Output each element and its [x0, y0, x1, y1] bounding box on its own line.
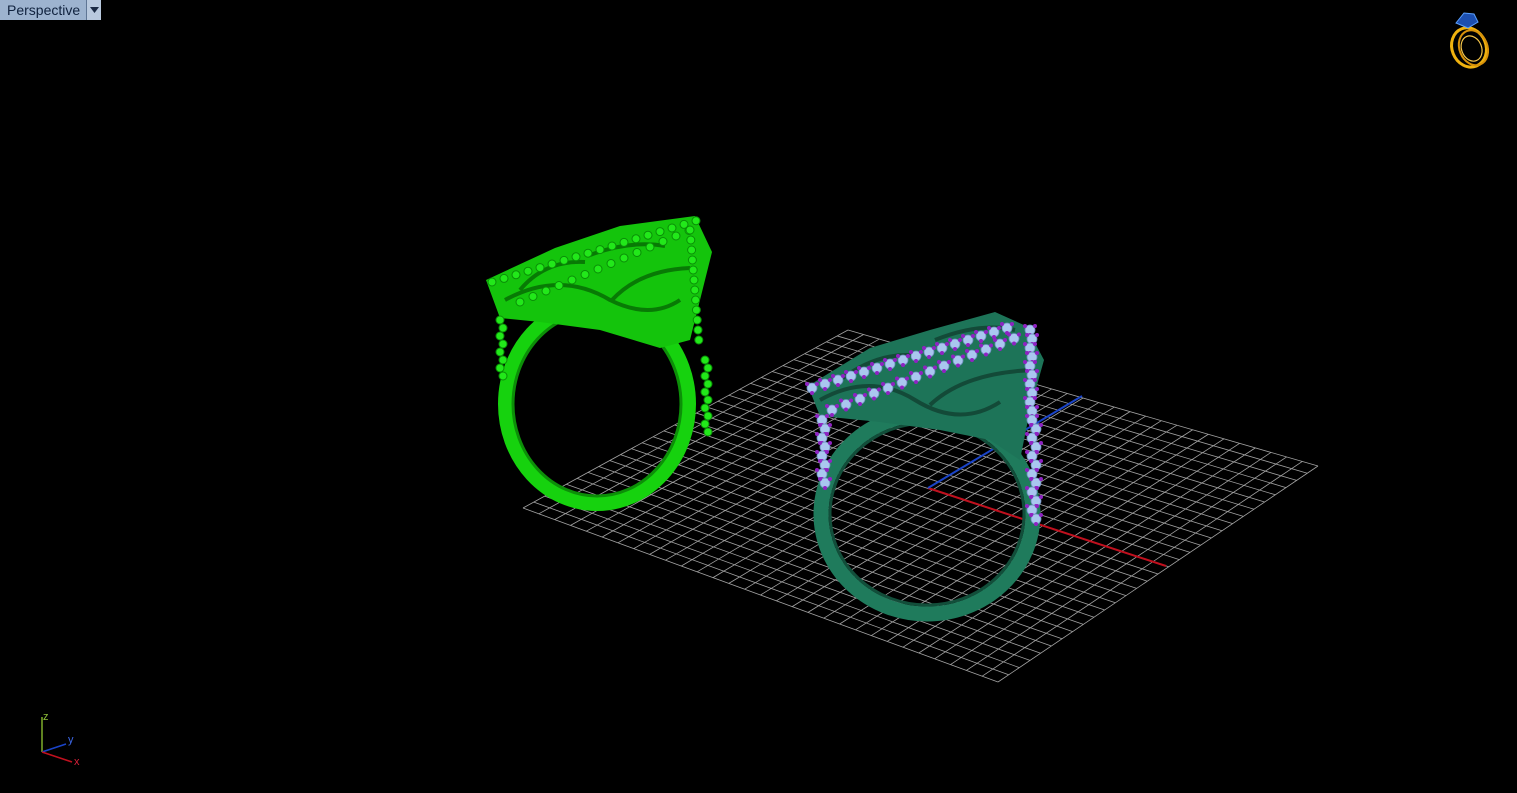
- gold-ring-icon: [1450, 12, 1490, 69]
- axis-y-label: y: [68, 734, 74, 746]
- viewport-title[interactable]: Perspective: [0, 0, 88, 20]
- chevron-down-icon: [89, 7, 99, 13]
- ring-left[interactable]: [486, 216, 713, 511]
- ring-right-band-inner: [828, 421, 1026, 607]
- viewport-title-tab[interactable]: Perspective: [0, 0, 102, 20]
- perspective-viewport[interactable]: Perspective z y x: [0, 0, 1517, 793]
- axis-z-label: z: [43, 711, 49, 723]
- axis-x-label: x: [74, 756, 80, 768]
- scene-canvas[interactable]: z y x: [0, 0, 1517, 793]
- viewport-menu-dropdown[interactable]: [87, 0, 102, 20]
- axis-indicator: z y x: [41, 711, 80, 768]
- ring-right[interactable]: [805, 312, 1044, 622]
